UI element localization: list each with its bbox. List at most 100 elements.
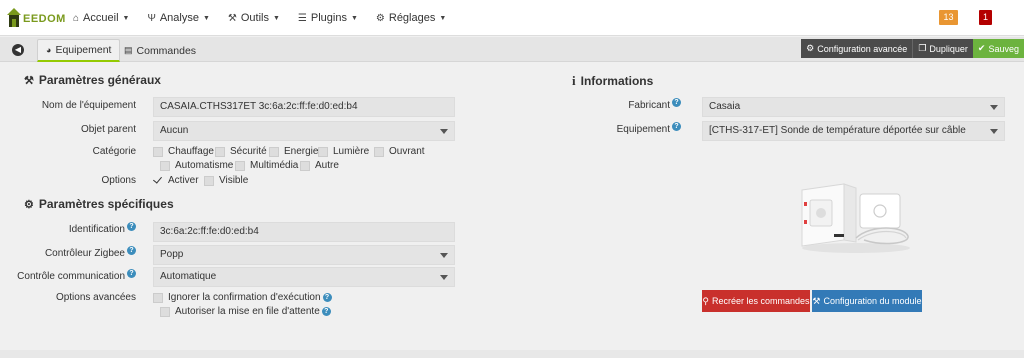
chevron-down-icon [990, 105, 998, 110]
nav-plugins-label: Plugins [310, 12, 347, 24]
nav-outils[interactable]: ⚒ Outils ▼ [219, 0, 289, 36]
back-button[interactable]: ◀ [8, 41, 28, 59]
tabs-bar: ◀ ◕ Equipement ▤ Commandes ⚙ Configurati… [0, 37, 1024, 62]
cat-ouvrant[interactable]: Ouvrant [374, 146, 425, 157]
checkbox[interactable] [374, 146, 384, 157]
cat-automatisme[interactable]: Automatisme [160, 160, 233, 171]
opt-activer[interactable]: Activer [153, 175, 199, 186]
checkbox[interactable] [153, 292, 163, 303]
help-icon[interactable]: ? [672, 122, 681, 131]
communication-select[interactable]: Automatique [153, 267, 455, 287]
cat-securite[interactable]: Sécurité [215, 146, 267, 157]
chevron-down-icon: ▼ [350, 14, 358, 22]
equipement-select-value: [CTHS-317-ET] Sonde de température dépor… [709, 125, 966, 136]
objet-label: Objet parent [80, 124, 136, 135]
equipement-label: Equipement? [555, 122, 681, 135]
checkbox[interactable] [160, 306, 170, 317]
tab-commandes-label: Commandes [136, 44, 197, 57]
dupliquer-button[interactable]: ❐ Dupliquer [912, 39, 973, 58]
tab-commandes[interactable]: ▤ Commandes [116, 39, 204, 62]
checkbox[interactable] [318, 146, 328, 157]
checkbox-checked[interactable] [153, 176, 163, 186]
tab-equipement[interactable]: ◕ Equipement [37, 39, 121, 62]
checkbox[interactable] [235, 160, 245, 171]
controleur-select-value: Popp [160, 249, 184, 260]
home-icon: ⌂ [73, 12, 80, 24]
recreer-commandes-button[interactable]: ⚲ Recréer les commandes [702, 290, 810, 312]
chevron-down-icon: ▼ [122, 14, 130, 22]
analyse-icon: Ψ [147, 12, 156, 24]
identification-input[interactable]: 3c:6a:2c:ff:fe:d0:ed:b4 [153, 222, 455, 242]
cat-autre-label: Autre [315, 160, 339, 171]
save-button[interactable]: ✔ Sauveg [972, 39, 1024, 58]
cat-autre[interactable]: Autre [300, 160, 339, 171]
house-logo-icon [7, 8, 21, 27]
chevron-down-icon [440, 275, 448, 280]
controleur-select[interactable]: Popp [153, 245, 455, 265]
checkbox[interactable] [204, 175, 214, 186]
help-icon[interactable]: ? [321, 307, 331, 316]
dupliquer-label: Dupliquer [929, 43, 968, 54]
specific-params-title-text: Paramètres spécifiques [38, 197, 174, 211]
nom-label: Nom de l'équipement [41, 100, 136, 111]
search-icon: ⚲ [702, 295, 710, 306]
configuration-module-button[interactable]: ⚒ Configuration du module [812, 290, 922, 312]
checkbox[interactable] [269, 146, 279, 157]
notification-badge-red[interactable]: 1 [979, 10, 992, 25]
opt-visible[interactable]: Visible [204, 175, 248, 186]
fabricant-label: Fabricant? [555, 98, 681, 111]
nom-input[interactable]: CASAIA.CTHS317ET 3c:6a:2c:ff:fe:d0:ed:b4 [153, 97, 455, 117]
help-icon[interactable]: ? [672, 98, 681, 107]
opt-autoriser-label: Autoriser la mise en file d'attente [175, 306, 320, 317]
nav-accueil[interactable]: ⌂ Accueil ▼ [64, 0, 138, 36]
nav-reglages[interactable]: ⚙ Réglages ▼ [367, 0, 455, 36]
fabricant-select[interactable]: Casaia [702, 97, 1005, 117]
opt-ignorer-label: Ignorer la confirmation d'exécution [168, 292, 321, 303]
main-menu: ⌂ Accueil ▼ Ψ Analyse ▼ ⚒ Outils ▼ ☰ Plu… [64, 0, 455, 36]
opt-visible-label: Visible [219, 175, 249, 186]
jeedom-logo[interactable]: EEDOM [6, 4, 65, 32]
chevron-down-icon [440, 253, 448, 258]
cat-multimedia[interactable]: Multimédia [235, 160, 298, 171]
opt-ignorer-confirmation[interactable]: Ignorer la confirmation d'exécution ? [153, 292, 332, 303]
equipement-label-text: Equipement [616, 124, 670, 135]
help-icon[interactable]: ? [127, 246, 136, 255]
identification-label: Identification? [10, 222, 136, 235]
notification-badge-orange[interactable]: 13 [939, 10, 958, 25]
action-buttons: ⚙ Configuration avancée ❐ Dupliquer ✔ Sa… [801, 39, 1024, 58]
cat-chauffage[interactable]: Chauffage [153, 146, 214, 157]
nav-plugins[interactable]: ☰ Plugins ▼ [289, 0, 367, 36]
nav-analyse[interactable]: Ψ Analyse ▼ [138, 0, 218, 36]
communication-label: Contrôle communication? [10, 269, 136, 282]
objet-select-value: Aucun [160, 125, 189, 136]
help-icon[interactable]: ? [127, 222, 136, 231]
checkbox[interactable] [215, 146, 225, 157]
config-avancee-button[interactable]: ⚙ Configuration avancée [801, 39, 913, 58]
checkbox[interactable] [153, 146, 163, 157]
check-circle-icon: ✔ [977, 43, 986, 53]
copy-icon: ❐ [918, 43, 927, 53]
cat-ouvrant-label: Ouvrant [389, 146, 425, 157]
categorie-label: Catégorie [92, 146, 136, 157]
equipment-form: ⚒ Paramètres généraux Nom de l'équipemen… [0, 62, 1024, 358]
controleur-label: Contrôleur Zigbee? [10, 246, 136, 259]
nav-accueil-label: Accueil [83, 12, 119, 24]
tab-equipement-label: Equipement [55, 44, 112, 56]
options-label: Options [101, 175, 136, 186]
equipement-select[interactable]: [CTHS-317-ET] Sonde de température dépor… [702, 121, 1005, 141]
checkbox[interactable] [160, 160, 170, 171]
opt-autoriser-file[interactable]: Autoriser la mise en file d'attente ? [160, 306, 331, 317]
checkbox[interactable] [300, 160, 310, 171]
brand-text: EEDOM [23, 13, 66, 25]
objet-select[interactable]: Aucun [153, 121, 455, 141]
opt-activer-label: Activer [168, 175, 199, 186]
fabricant-select-value: Casaia [709, 101, 741, 112]
wrench-icon: ⚒ [812, 295, 821, 306]
help-icon[interactable]: ? [322, 293, 332, 302]
cat-lumiere[interactable]: Lumière [318, 146, 369, 157]
list-icon: ☰ [297, 12, 307, 24]
help-icon[interactable]: ? [127, 269, 136, 278]
options-avancees-label: Options avancées [55, 292, 136, 303]
communication-label-text: Contrôle communication [17, 271, 125, 282]
cat-energie[interactable]: Energie [269, 146, 318, 157]
